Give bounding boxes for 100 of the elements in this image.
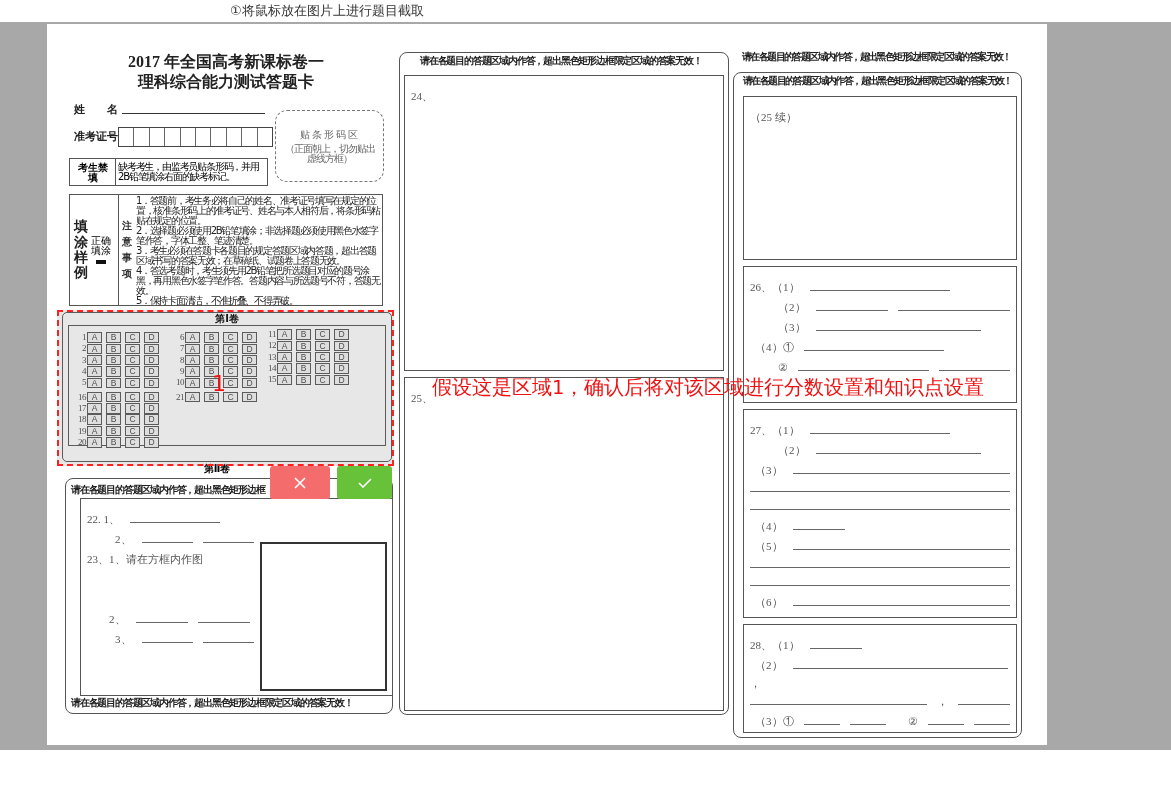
option-bubble: D: [144, 332, 159, 343]
option-bubble: B: [106, 366, 121, 377]
option-bubble: C: [223, 343, 238, 355]
option-bubble: C: [315, 374, 330, 386]
option-bubble: B: [106, 343, 121, 355]
option-bubble: B: [106, 414, 121, 425]
question-number: 21: [175, 392, 184, 402]
field-label: 姓 名: [74, 104, 119, 116]
instruction-text: 请在各题目的答题区域内作答，超出黑色矩形边框限定区域的答案无效！: [741, 52, 1012, 62]
option-bubble: D: [242, 343, 257, 355]
instruction-text: 请在各题目的答题区域内作答，超出黑色矩形边框限定区域的答案无效！: [743, 76, 1013, 88]
question-number: 19: [77, 426, 86, 436]
question-label: 2、: [115, 533, 132, 545]
question-number: 10: [175, 378, 184, 388]
option-bubble: D: [144, 355, 159, 366]
question-number: 17: [77, 403, 86, 413]
option-bubble: C: [125, 414, 140, 425]
option-bubble: D: [334, 363, 349, 374]
option-bubble: C: [125, 366, 140, 377]
option-bubble: A: [87, 343, 102, 355]
option-bubble: A: [185, 391, 200, 403]
option-bubble: B: [296, 352, 311, 363]
question-number: 6: [179, 333, 184, 343]
option-bubble: D: [242, 391, 257, 403]
option-bubble: B: [106, 437, 121, 448]
absent-label: 考生禁填: [70, 159, 116, 185]
option-bubble: C: [223, 332, 238, 343]
option-bubble: C: [223, 391, 238, 403]
option-bubble: C: [315, 340, 330, 352]
question-number: 1: [81, 333, 86, 343]
option-bubble: D: [334, 374, 349, 386]
question-number: 16: [77, 392, 86, 402]
option-bubble: C: [223, 366, 238, 377]
option-bubble: C: [125, 332, 140, 343]
option-bubble: A: [87, 391, 102, 403]
sheet-title: 2017 年全国高考新课标卷一: [127, 52, 325, 72]
question-number: 3: [81, 355, 86, 365]
question-label: （6）: [755, 596, 783, 608]
option-bubble: D: [144, 403, 159, 414]
question-label: 28、（1）: [750, 639, 800, 651]
question-label: （4）: [755, 520, 783, 532]
sheet-title: 理科综合能力测试答题卡: [136, 72, 315, 92]
option-bubble: A: [185, 355, 200, 366]
option-bubble: D: [144, 377, 159, 389]
question-number: 8: [179, 355, 184, 365]
option-bubble: C: [315, 329, 330, 340]
option-bubble: B: [204, 355, 219, 366]
option-bubble: B: [204, 391, 219, 403]
notice-text: 1．答题前，考生务必将自己的姓名、准考证号填写在规定的位置，核准条形码上的准考证号、姓名与本人相符后，将条形码粘贴在规定的位置。: [136, 196, 380, 226]
option-bubble: A: [87, 355, 102, 366]
option-bubble: B: [106, 391, 121, 403]
option-bubble: B: [296, 329, 311, 340]
option-bubble: A: [87, 437, 102, 448]
instruction-text: 请在各题目的答题区域内作答，超出黑色矩形边框限定区域的答案无效！: [70, 698, 354, 710]
option-bubble: B: [106, 377, 121, 389]
option-bubble: D: [334, 329, 349, 340]
option-bubble: B: [106, 403, 121, 414]
confirm-button[interactable]: [337, 466, 392, 499]
option-bubble: D: [144, 366, 159, 377]
question-label: 27、（1）: [750, 424, 800, 436]
barcode-note: （正面朝上，切勿贴出虚线方框）: [283, 143, 376, 164]
option-bubble: B: [106, 332, 121, 343]
option-bubble: A: [87, 377, 102, 389]
option-bubble: D: [334, 352, 349, 363]
option-bubble: C: [125, 391, 140, 403]
option-bubble: B: [296, 374, 311, 386]
question-number: 11: [267, 330, 276, 340]
option-bubble: A: [87, 414, 102, 425]
option-bubble: A: [277, 352, 292, 363]
question-label: 23、1、请在方框内作图: [87, 553, 203, 565]
question-label: （5）: [755, 540, 783, 552]
option-bubble: A: [185, 332, 200, 343]
notice-text: 3．考生必须在答题卡各题目的规定答题区域内答题，超出答题区域书写的答案无效；在草稿纸、试题卷上答题无效。: [136, 246, 377, 266]
option-bubble: A: [87, 403, 102, 414]
question-number: 9: [179, 367, 184, 377]
instruction-text: 请在各题目的答题区域内作答，超出黑色矩形边框限定区域的答案无效！: [419, 56, 703, 68]
option-bubble: D: [144, 437, 159, 448]
question-number: 14: [267, 364, 276, 374]
option-bubble: A: [87, 332, 102, 343]
question-label: ②: [778, 361, 788, 373]
question-label: 22. 1、: [87, 513, 120, 525]
instruction-text: ①将鼠标放在图片上进行题目截取: [229, 2, 425, 20]
question-label: （2）: [778, 301, 806, 313]
notice-text: 5．保持卡面清洁，不准折叠、不得弄破。: [136, 296, 299, 306]
option-bubble: C: [315, 363, 330, 374]
option-bubble: D: [242, 332, 257, 343]
question-label: （3）: [755, 464, 783, 476]
option-bubble: A: [87, 425, 102, 437]
instruction-text: 请在各题目的答题区域内作答，超出黑色矩形边框: [70, 485, 267, 497]
option-bubble: C: [125, 343, 140, 355]
cancel-button[interactable]: [270, 466, 330, 499]
option-bubble: D: [242, 355, 257, 366]
option-bubble: D: [144, 391, 159, 403]
option-bubble: C: [125, 425, 140, 437]
option-bubble: C: [125, 355, 140, 366]
question-label: （2）: [755, 659, 783, 671]
close-icon: [294, 476, 306, 489]
question-number: 7: [179, 344, 184, 354]
option-bubble: B: [204, 332, 219, 343]
option-bubble: C: [223, 355, 238, 366]
